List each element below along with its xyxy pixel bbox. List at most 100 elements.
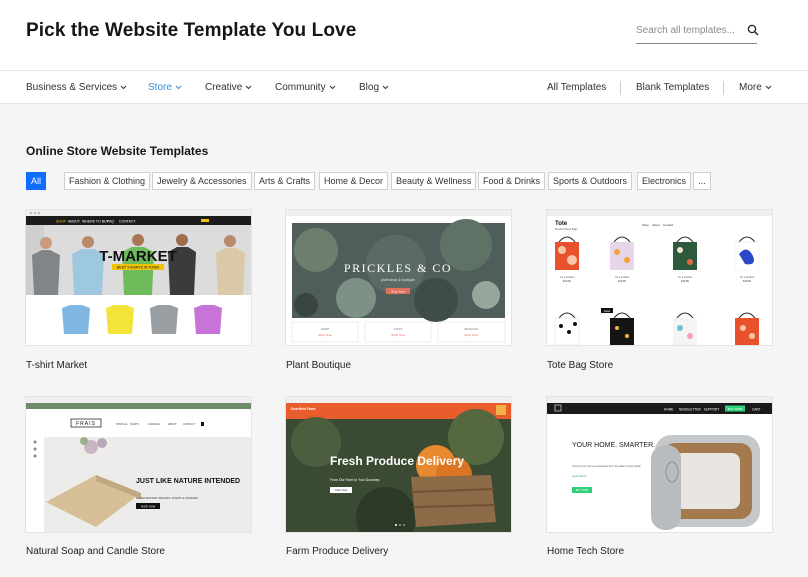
filter-chip-all[interactable]: All bbox=[26, 172, 46, 190]
home-tech-store-preview: HOME NEWSLETTER SUPPORT BUY NOW CART YOU… bbox=[547, 397, 772, 532]
template-thumbnail[interactable]: FRAIS SHOP ALL SOAPS CANDLES ABOUT CONTA… bbox=[26, 397, 251, 532]
template-thumbnail[interactable]: HOME NEWSLETTER SUPPORT BUY NOW CART YOU… bbox=[547, 397, 772, 532]
filter-chip-more[interactable]: ... bbox=[693, 172, 711, 190]
nav-blog[interactable]: Blog bbox=[359, 82, 389, 93]
nav-label: Business & Services bbox=[26, 82, 118, 93]
preview-nav-item: SHOP ALL bbox=[116, 423, 129, 426]
template-card[interactable]: FRAIS SHOP ALL SOAPS CANDLES ABOUT CONTA… bbox=[26, 397, 251, 557]
filter-chip-jewelry-accessories[interactable]: Jewelry & Accessories bbox=[152, 172, 252, 190]
preview-tile-label: GIFTS bbox=[394, 327, 403, 331]
preview-item-price: $19.99 bbox=[681, 280, 689, 283]
preview-tile-link: Shop Now bbox=[318, 333, 333, 337]
chevron-down-icon bbox=[765, 85, 772, 90]
template-name[interactable]: Natural Soap and Candle Store bbox=[26, 546, 165, 557]
template-thumbnail[interactable]: PRICKLES & CO plant shop & boutique Shop… bbox=[286, 210, 511, 345]
farm-produce-preview: Deerfield Farm Fresh Produce Delivery Fr… bbox=[286, 397, 511, 532]
preview-cta: BUY NOW bbox=[576, 488, 589, 492]
preview-nav-item: HOME bbox=[664, 408, 674, 412]
tote-bag-store-preview: Tote Playful Printed Bags Shop About Con… bbox=[547, 210, 772, 345]
preview-nav-item: Contact bbox=[663, 223, 674, 227]
nav-store[interactable]: Store bbox=[148, 82, 182, 93]
preview-tile-label: DESIGNS bbox=[464, 327, 478, 331]
preview-nav-item: NEWSLETTER bbox=[679, 408, 701, 412]
preview-nav-item: Shop bbox=[642, 223, 649, 227]
chevron-down-icon bbox=[120, 85, 127, 90]
nav-community[interactable]: Community bbox=[275, 82, 336, 93]
preview-nav-item: SOAPS bbox=[130, 423, 139, 426]
preview-nav-item: CANDLES bbox=[148, 423, 160, 426]
nav-label: Blank Templates bbox=[636, 82, 710, 93]
preview-link: Learn More bbox=[572, 474, 587, 478]
nav-label: More bbox=[739, 82, 762, 93]
search-icon[interactable] bbox=[747, 24, 759, 36]
category-nav: Business & Services Store Creative Commu… bbox=[0, 70, 808, 104]
nav-label: Store bbox=[148, 82, 172, 93]
template-thumbnail[interactable]: SHOP ABOUT WHERE TO BUY FAQ CONTACT T-MA… bbox=[26, 210, 251, 345]
template-card[interactable]: Tote Playful Printed Bags Shop About Con… bbox=[547, 210, 772, 371]
nav-label: All Templates bbox=[547, 82, 607, 93]
preview-tile-label: SHOP bbox=[321, 327, 330, 331]
filter-chip-food-drinks[interactable]: Food & Drinks bbox=[478, 172, 546, 190]
preview-tile-link: Shop Now bbox=[464, 333, 479, 337]
chevron-down-icon bbox=[329, 85, 335, 90]
preview-cta: Shop Now bbox=[391, 290, 406, 294]
nav-divider bbox=[723, 81, 724, 95]
preview-headline: YOUR HOME. SMARTER. bbox=[572, 442, 655, 449]
preview-logo: PRICKLES & CO bbox=[344, 261, 452, 275]
template-card[interactable]: Deerfield Farm Fresh Produce Delivery Fr… bbox=[286, 397, 511, 557]
filter-chip-fashion-clothing[interactable]: Fashion & Clothing bbox=[64, 172, 151, 190]
filter-chip-beauty-wellness[interactable]: Beauty & Wellness bbox=[391, 172, 477, 190]
template-name[interactable]: Home Tech Store bbox=[547, 546, 624, 557]
preview-logo-sub: Playful Printed Bags bbox=[555, 228, 578, 231]
template-card[interactable]: HOME NEWSLETTER SUPPORT BUY NOW CART YOU… bbox=[547, 397, 772, 557]
preview-item-price: $19.99 bbox=[563, 280, 571, 283]
nav-all-templates[interactable]: All Templates bbox=[547, 82, 606, 93]
search-box[interactable] bbox=[636, 20, 759, 44]
filter-chip-home-decor[interactable]: Home & Decor bbox=[319, 172, 389, 190]
preview-headline: Fresh Produce Delivery bbox=[330, 454, 464, 468]
preview-nav-item: SHOP bbox=[56, 220, 67, 224]
filter-chip-arts-crafts[interactable]: Arts & Crafts bbox=[254, 172, 316, 190]
filter-chip-sports-outdoors[interactable]: Sports & Outdoors bbox=[548, 172, 633, 190]
preview-item-label: I'm a product bbox=[740, 276, 755, 279]
search-input[interactable] bbox=[636, 21, 746, 36]
preview-logo: Deerfield Farm bbox=[291, 407, 316, 411]
template-name[interactable]: Farm Produce Delivery bbox=[286, 546, 388, 557]
preview-body: Control your home environment from the p… bbox=[572, 464, 641, 468]
preview-nav-item: ABOUT bbox=[68, 220, 81, 224]
preview-tile-link: Shop Now bbox=[391, 333, 406, 337]
soap-candle-store-preview: FRAIS SHOP ALL SOAPS CANDLES ABOUT CONTA… bbox=[26, 397, 251, 532]
preview-cta: SHOP NOW bbox=[141, 504, 156, 508]
nav-divider bbox=[620, 81, 621, 95]
nav-label: Creative bbox=[205, 82, 243, 93]
template-name[interactable]: Tote Bag Store bbox=[547, 360, 613, 371]
template-name[interactable]: T-shirt Market bbox=[26, 360, 87, 371]
preview-subtitle: HANDCRAFTED ORGANIC SOAPS & CANDLES bbox=[136, 496, 198, 500]
nav-more[interactable]: More bbox=[739, 82, 772, 93]
template-card[interactable]: PRICKLES & CO plant shop & boutique Shop… bbox=[286, 210, 511, 371]
template-card[interactable]: SHOP ABOUT WHERE TO BUY FAQ CONTACT T-MA… bbox=[26, 210, 251, 371]
preview-logo: Tote bbox=[555, 221, 568, 227]
template-thumbnail[interactable]: Deerfield Farm Fresh Produce Delivery Fr… bbox=[286, 397, 511, 532]
preview-nav-item: CONTACT bbox=[119, 220, 137, 224]
preview-subtitle: plant shop & boutique bbox=[381, 278, 415, 282]
nav-business-services[interactable]: Business & Services bbox=[26, 82, 127, 93]
preview-item-label: I'm a product bbox=[560, 276, 575, 279]
template-thumbnail[interactable]: Tote Playful Printed Bags Shop About Con… bbox=[547, 210, 772, 345]
preview-subtitle: From Our Farm to Your Doorstep bbox=[330, 478, 380, 482]
nav-blank-templates[interactable]: Blank Templates bbox=[636, 82, 709, 93]
preview-item-price: $19.99 bbox=[743, 280, 751, 283]
chevron-down-icon bbox=[245, 85, 252, 90]
preview-nav-item: CART bbox=[752, 408, 761, 412]
preview-nav-item: BUY NOW bbox=[728, 407, 742, 411]
preview-item-price: $19.99 bbox=[618, 280, 626, 283]
preview-sale-badge: SALE bbox=[604, 310, 611, 313]
chevron-down-icon bbox=[382, 85, 389, 90]
filter-chip-electronics[interactable]: Electronics bbox=[637, 172, 692, 190]
preview-nav-item: SUPPORT bbox=[704, 408, 719, 412]
chevron-down-icon bbox=[175, 85, 182, 90]
preview-headline: T-MARKET bbox=[99, 248, 177, 265]
template-name[interactable]: Plant Boutique bbox=[286, 360, 351, 371]
nav-creative[interactable]: Creative bbox=[205, 82, 252, 93]
nav-label: Blog bbox=[359, 82, 380, 93]
